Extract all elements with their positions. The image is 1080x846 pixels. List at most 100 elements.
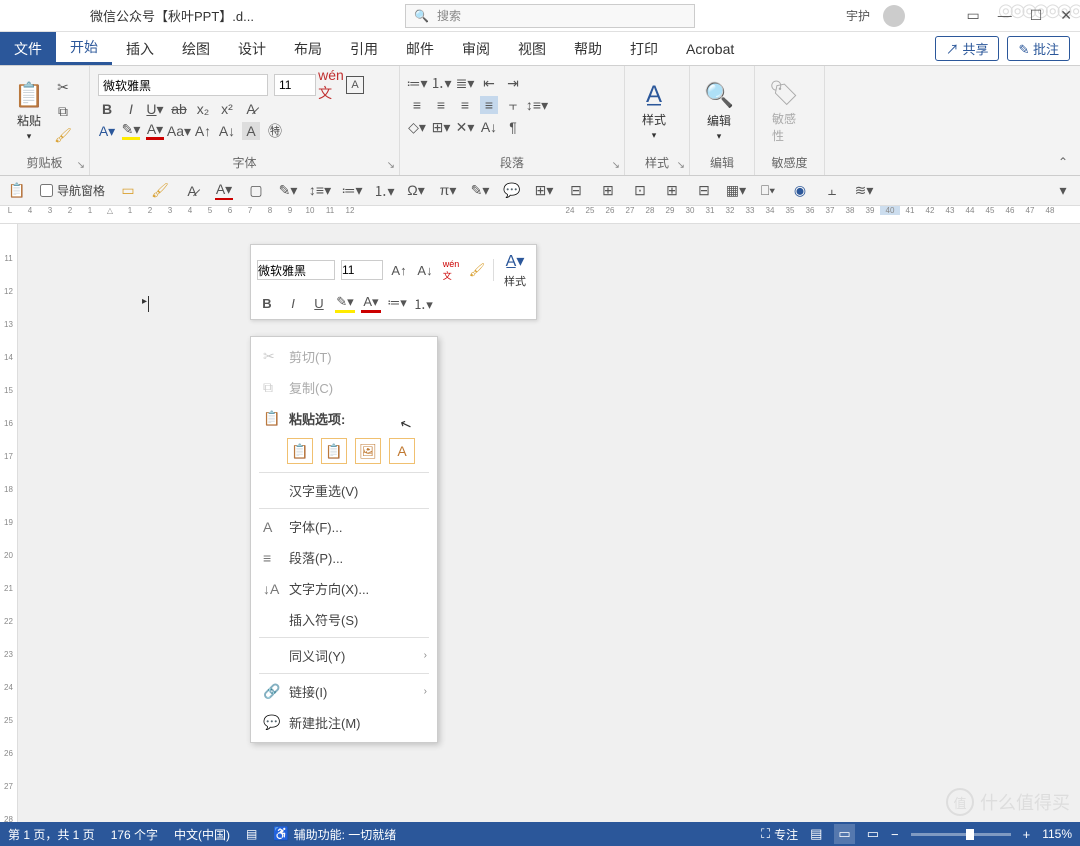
char-shading-icon[interactable]: A [242, 122, 260, 140]
sort-icon[interactable]: A↓ [480, 118, 498, 136]
qb-clipboard-icon[interactable]: 📋 [8, 182, 26, 200]
collapse-ribbon-icon[interactable]: ⌃ [1058, 155, 1068, 169]
mini-shrink-font-icon[interactable]: A↓ [415, 260, 435, 280]
mini-grow-font-icon[interactable]: A↑ [389, 260, 409, 280]
text-effects-icon[interactable]: A▾ [98, 122, 116, 140]
cm-font[interactable]: A字体(F)... [251, 511, 437, 542]
qb-pi-icon[interactable]: π▾ [439, 182, 457, 200]
cm-text-direction[interactable]: ↓A文字方向(X)... [251, 573, 437, 604]
tab-draw[interactable]: 绘图 [168, 32, 224, 65]
subscript-icon[interactable]: x₂ [194, 100, 212, 118]
cm-reconvert[interactable]: 汉字重选(V) [251, 475, 437, 506]
paragraph-launcher-icon[interactable]: ↘ [612, 160, 620, 171]
mini-phonetic-icon[interactable]: wén文 [441, 260, 461, 280]
qb-delete-cells-icon[interactable]: ⊟ [695, 182, 713, 200]
qb-header-icon[interactable]: ⎕▾ [759, 182, 777, 200]
qb-split-icon[interactable]: ⊞ [663, 182, 681, 200]
font-size-select[interactable] [274, 74, 316, 96]
page-count[interactable]: 第 1 页，共 1 页 [8, 826, 95, 843]
styles-button[interactable]: A̲样式▾ [633, 70, 675, 152]
superscript-icon[interactable]: x² [218, 100, 236, 118]
qb-clear-format-icon[interactable]: A̷ [183, 182, 201, 200]
sensitivity-button[interactable]: 🏷敏感 性 [763, 70, 805, 152]
qb-comment-icon[interactable]: 💬 [503, 182, 521, 200]
highlight-icon[interactable]: ✎▾ [122, 122, 140, 140]
multilevel-icon[interactable]: ≣▾ [456, 74, 474, 92]
format-painter-icon[interactable]: 🖌 [54, 126, 72, 144]
decrease-indent-icon[interactable]: ⇤ [480, 74, 498, 92]
cm-new-comment[interactable]: 💬新建批注(M) [251, 707, 437, 738]
qb-select-icon[interactable]: ▭ [119, 182, 137, 200]
increase-indent-icon[interactable]: ⇥ [504, 74, 522, 92]
language[interactable]: 中文(中国) [174, 826, 230, 843]
paste-text-icon[interactable]: A [389, 438, 415, 464]
italic-icon[interactable]: I [122, 100, 140, 118]
font-name-select[interactable] [98, 74, 268, 96]
char-border-icon[interactable]: A [346, 76, 364, 94]
vertical-ruler[interactable]: 111213141516171819202122232425262728 [0, 224, 18, 822]
document-area[interactable]: 111213141516171819202122232425262728 [0, 224, 1080, 822]
accessibility[interactable]: ♿辅助功能: 一切就绪 [273, 826, 396, 843]
cm-insert-symbol[interactable]: 插入符号(S) [251, 604, 437, 635]
focus-mode[interactable]: ⛶专注 [761, 826, 798, 843]
tab-help[interactable]: 帮助 [560, 32, 616, 65]
maximize-icon[interactable]: ☐ [1030, 7, 1043, 24]
paste-picture-icon[interactable]: 🖼 [355, 438, 381, 464]
mini-styles-button[interactable]: A̲▾样式 [500, 251, 530, 289]
ribbon-options-icon[interactable]: ▭ [966, 7, 979, 24]
cut-icon[interactable]: ✂ [54, 78, 72, 96]
qb-table-icon[interactable]: ⊞▾ [535, 182, 553, 200]
mini-font-name[interactable] [257, 260, 335, 280]
tab-mailings[interactable]: 邮件 [392, 32, 448, 65]
macro-icon[interactable]: ▤ [246, 827, 257, 841]
tab-references[interactable]: 引用 [336, 32, 392, 65]
clear-format-icon[interactable]: A̷ [242, 100, 260, 118]
shrink-font-icon[interactable]: A↓ [218, 122, 236, 140]
qb-insert-row-icon[interactable]: ⊟ [567, 182, 585, 200]
comments-button[interactable]: ✎ 批注 [1007, 36, 1070, 61]
mini-numbering-icon[interactable]: ⒈▾ [413, 293, 433, 313]
minimize-icon[interactable]: — [998, 7, 1012, 24]
qb-more-icon[interactable]: ▾ [1054, 182, 1072, 200]
tab-layout[interactable]: 布局 [280, 32, 336, 65]
mini-format-painter-icon[interactable]: 🖌 [467, 260, 487, 280]
clipboard-launcher-icon[interactable]: ↘ [77, 160, 85, 171]
search-box[interactable]: 🔍 搜索 [405, 4, 695, 28]
share-button[interactable]: ↗ 共享 [935, 36, 1000, 61]
tab-acrobat[interactable]: Acrobat [672, 32, 748, 65]
enclose-char-icon[interactable]: ㊕ [266, 122, 284, 140]
avatar[interactable] [883, 5, 905, 27]
nav-pane-checkbox[interactable]: 导航窗格 [40, 182, 105, 199]
show-marks-icon[interactable]: ¶ [504, 118, 522, 136]
mini-italic-icon[interactable]: I [283, 293, 303, 313]
mini-font-color-icon[interactable]: A▾ [361, 293, 381, 313]
tab-home[interactable]: 开始 [56, 32, 112, 65]
editing-button[interactable]: 🔍编辑▾ [698, 70, 740, 152]
print-layout-icon[interactable]: ▭ [834, 824, 854, 844]
mini-underline-icon[interactable]: U [309, 293, 329, 313]
borders-icon[interactable]: ⊞▾ [432, 118, 450, 136]
cm-paragraph[interactable]: ≡段落(P)... [251, 542, 437, 573]
grow-font-icon[interactable]: A↑ [194, 122, 212, 140]
font-launcher-icon[interactable]: ↘ [387, 160, 395, 171]
tab-file[interactable]: 文件 [0, 32, 56, 65]
paste-keep-source-icon[interactable]: 📋 [287, 438, 313, 464]
mini-font-size[interactable] [341, 260, 383, 280]
align-center-icon[interactable]: ≡ [432, 96, 450, 114]
tab-insert[interactable]: 插入 [112, 32, 168, 65]
qb-wrap-icon[interactable]: ≋▾ [855, 182, 873, 200]
copy-icon[interactable]: ⧉ [54, 102, 72, 120]
read-mode-icon[interactable]: ▤ [810, 826, 822, 842]
paste-merge-icon[interactable]: 📋 [321, 438, 347, 464]
qb-font-color-icon[interactable]: A▾ [215, 182, 233, 200]
distribute-icon[interactable]: ⫟ [504, 96, 522, 114]
qb-bullets-icon[interactable]: ≔▾ [343, 182, 361, 200]
zoom-slider[interactable] [911, 833, 1011, 836]
qb-omega-icon[interactable]: Ω▾ [407, 182, 425, 200]
align-right-icon[interactable]: ≡ [456, 96, 474, 114]
zoom-level[interactable]: 115% [1042, 827, 1072, 841]
paste-button[interactable]: 📋 粘贴 ▾ [8, 70, 50, 152]
tab-print[interactable]: 打印 [616, 32, 672, 65]
change-case-icon[interactable]: Aa▾ [170, 122, 188, 140]
phonetic-guide-icon[interactable]: wén文 [322, 76, 340, 94]
